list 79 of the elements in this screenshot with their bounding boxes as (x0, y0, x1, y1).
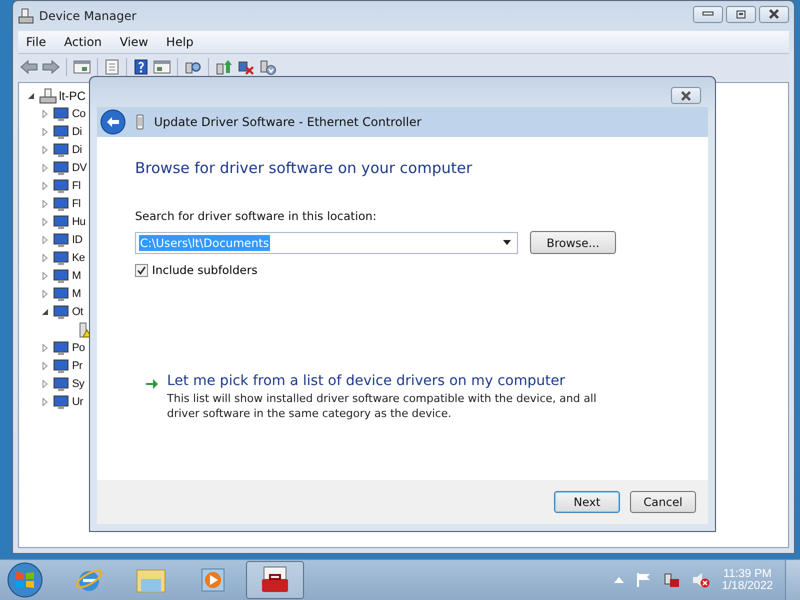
tree-item[interactable]: Di (72, 126, 82, 138)
cancel-button[interactable]: Cancel (630, 491, 696, 513)
tree-item[interactable]: Ur (72, 396, 84, 408)
show-desktop-button[interactable] (785, 560, 800, 600)
tree-item[interactable]: M (72, 288, 81, 300)
dropdown-icon[interactable] (503, 240, 511, 245)
link-description: This list will show installed driver software compatible with the device, and all driver software in the same category as the device. (167, 391, 598, 421)
tree-item[interactable]: Pr (72, 360, 82, 372)
device-icon (52, 160, 70, 176)
menu-item[interactable]: Action (56, 33, 110, 51)
disable-icon[interactable] (237, 59, 255, 75)
device-icon (52, 340, 70, 356)
device-icon (52, 394, 70, 410)
expander-icon[interactable] (41, 308, 49, 316)
window-pane-icon[interactable] (153, 59, 171, 75)
device-icon (52, 376, 70, 392)
tree-item[interactable]: Ke (72, 252, 85, 264)
device-icon (52, 232, 70, 248)
close-icon[interactable] (680, 90, 692, 100)
computer-icon (18, 8, 34, 24)
dialog-title: Update Driver Software - Ethernet Controller (154, 115, 422, 129)
tree-item[interactable]: Hu (72, 216, 86, 228)
minimize-button[interactable] (693, 6, 723, 22)
tree-item[interactable]: Co (72, 108, 86, 120)
tree-item[interactable]: ID (72, 234, 82, 246)
show-hidden-icons-icon[interactable] (614, 577, 624, 584)
maximize-button[interactable] (726, 6, 756, 22)
back-icon[interactable] (20, 59, 38, 75)
computer-icon (39, 88, 57, 104)
device-icon (52, 106, 70, 122)
start-button[interactable] (6, 561, 44, 600)
help-icon[interactable] (133, 59, 149, 75)
checkbox[interactable] (135, 264, 148, 276)
expander-icon[interactable] (27, 92, 35, 100)
tree-item[interactable]: Fl (72, 180, 81, 192)
field-label: Search for driver software in this location: (135, 209, 378, 223)
update-icon[interactable] (215, 59, 233, 75)
network-icon[interactable] (664, 572, 680, 588)
dialog-heading: Browse for driver software on your computer (135, 159, 474, 177)
pick-driver-link[interactable]: Let me pick from a list of device drivers on my computer (167, 373, 617, 389)
document-icon[interactable] (104, 59, 120, 75)
device-icon (52, 304, 70, 320)
device-icon (52, 268, 70, 284)
close-icon[interactable] (768, 9, 780, 19)
device-icon (52, 214, 70, 230)
tree-item[interactable]: Fl (72, 198, 81, 210)
device-icon (52, 142, 70, 158)
tree-item[interactable]: M (72, 270, 81, 282)
checkbox-label: Include subfolders (152, 263, 258, 277)
window-pane-icon[interactable] (73, 59, 91, 75)
menu-item[interactable]: View (112, 33, 156, 51)
device-icon (52, 124, 70, 140)
flag-icon[interactable] (636, 572, 652, 588)
ethernet-adapter-icon (136, 114, 144, 130)
device-icon (52, 196, 70, 212)
device-icon (52, 358, 70, 374)
tree-item[interactable]: Di (72, 144, 82, 156)
speaker-icon[interactable] (692, 572, 710, 588)
device-icon (52, 286, 70, 302)
minimize-icon[interactable] (702, 11, 714, 17)
close-button[interactable] (671, 87, 701, 104)
menu-item[interactable]: File (18, 33, 54, 51)
back-button[interactable] (100, 109, 126, 135)
tree-item[interactable]: Sy (72, 378, 84, 390)
device-icon (52, 250, 70, 266)
window-title: Device Manager (39, 9, 136, 23)
menu-item[interactable]: Help (158, 33, 202, 51)
tree-item[interactable]: lt-PC (59, 89, 86, 103)
device-icon (52, 178, 70, 194)
browse-button[interactable]: Browse... (530, 231, 616, 254)
maximize-icon[interactable] (736, 10, 746, 18)
taskbar-app[interactable] (246, 561, 304, 600)
arrow-icon (145, 378, 159, 390)
tree-item[interactable]: Ot (72, 306, 84, 318)
next-button[interactable]: Next (554, 491, 620, 513)
close-button[interactable] (759, 6, 789, 22)
tree-item[interactable]: Po (72, 342, 85, 354)
forward-icon[interactable] (42, 59, 60, 75)
tree-item[interactable]: DV (72, 162, 87, 174)
